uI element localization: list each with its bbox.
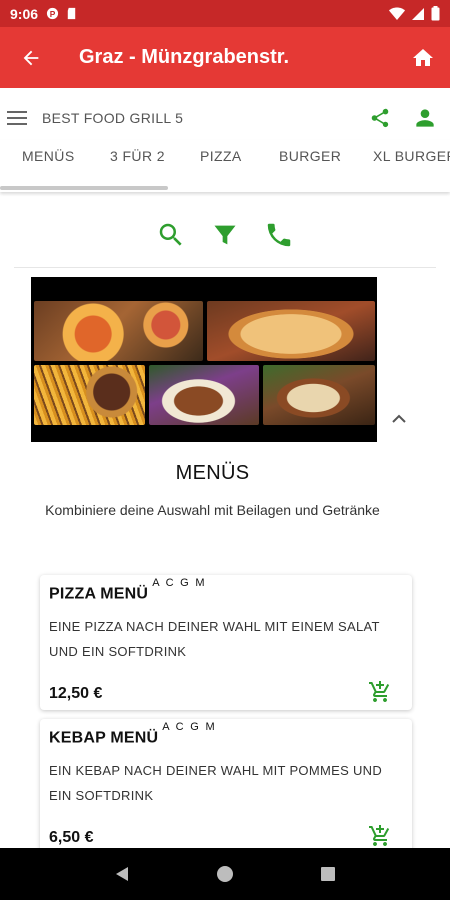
hamburger-menu-icon (7, 111, 27, 125)
account-icon (416, 109, 434, 127)
app-bar: Graz - Münzgrabenstr. (0, 27, 450, 88)
arrow-back-icon (23, 50, 39, 65)
battery-icon (431, 6, 440, 21)
sd-card-icon (67, 7, 76, 20)
product-name-line: PIZZA MENÜA C G M (49, 577, 206, 603)
chevron-up-icon (392, 414, 406, 423)
store-header: BEST FOOD GRILL 5 (0, 92, 450, 144)
add-to-cart-icon[interactable] (368, 824, 392, 848)
notification-icon: P (46, 7, 59, 20)
menu-button[interactable] (2, 92, 32, 144)
calzone-photo (207, 301, 375, 361)
wifi-icon (389, 7, 405, 20)
account-button[interactable] (400, 92, 450, 144)
kebap-plate-photo (149, 365, 259, 425)
tab-pizza[interactable]: PIZZA (200, 148, 242, 164)
product-name-line: KEBAP MENÜA C G M (49, 721, 216, 747)
allergen-codes: A C G M (152, 577, 207, 589)
status-time: 9:06 (10, 5, 39, 22)
system-nav-bar (0, 848, 450, 900)
filter-button[interactable] (210, 215, 240, 255)
section-title: MENÜS (175, 462, 250, 484)
share-icon (371, 108, 389, 128)
back-nav-icon[interactable] (113, 865, 131, 883)
product-card[interactable]: KEBAP MENÜA C G M EIN KEBAP NACH DEINER … (40, 719, 412, 859)
tab-3-fuer-2[interactable]: 3 FÜR 2 (110, 148, 165, 164)
svg-text:P: P (50, 9, 56, 19)
home-icon (413, 48, 433, 66)
tab-xl-burger[interactable]: XL BURGER (373, 148, 450, 164)
product-name: PIZZA MENÜ (49, 585, 149, 603)
share-button[interactable] (360, 92, 400, 144)
page-title: Graz - Münzgrabenstr. (79, 46, 290, 68)
divider (14, 267, 436, 268)
tab-burger[interactable]: BURGER (279, 148, 341, 164)
recents-nav-icon[interactable] (319, 865, 337, 883)
phone-button[interactable] (264, 215, 294, 255)
product-name: KEBAP MENÜ (49, 729, 159, 747)
allergen-codes: A C G M (162, 721, 217, 733)
wrap-photo (263, 365, 375, 425)
search-icon (159, 223, 182, 246)
tab-menus[interactable]: MENÜS (22, 148, 75, 164)
store-name: BEST FOOD GRILL 5 (42, 110, 184, 126)
add-to-cart-icon[interactable] (368, 680, 392, 704)
status-bar: 9:06 P (0, 0, 450, 27)
section-subtitle: Kombiniere deine Auswahl mit Beilagen un… (45, 502, 380, 518)
burger-photo (34, 365, 145, 425)
signal-icon (412, 7, 424, 20)
action-bar (0, 215, 450, 263)
category-tabs[interactable]: MENÜS 3 FÜR 2 PIZZA BURGER XL BURGER (0, 140, 450, 192)
product-card[interactable]: PIZZA MENÜA C G M EINE PIZZA NACH DEINER… (40, 575, 412, 710)
product-description: EIN KEBAP NACH DEINER WAHL MIT POMMES UN… (49, 763, 383, 803)
phone-icon (267, 223, 291, 247)
search-button[interactable] (156, 215, 186, 255)
product-price: 12,50 € (49, 685, 103, 702)
home-button[interactable] (396, 27, 450, 88)
product-description: EINE PIZZA NACH DEINER WAHL MIT EINEM SA… (49, 619, 380, 659)
menu-banner-image (31, 277, 377, 442)
tabs-scrollbar[interactable] (0, 186, 168, 190)
pizza-photo (34, 301, 203, 361)
filter-icon (214, 225, 236, 245)
home-nav-icon[interactable] (216, 865, 234, 883)
product-price: 6,50 € (49, 829, 94, 846)
back-button[interactable] (0, 27, 62, 88)
collapse-button[interactable] (388, 408, 410, 430)
